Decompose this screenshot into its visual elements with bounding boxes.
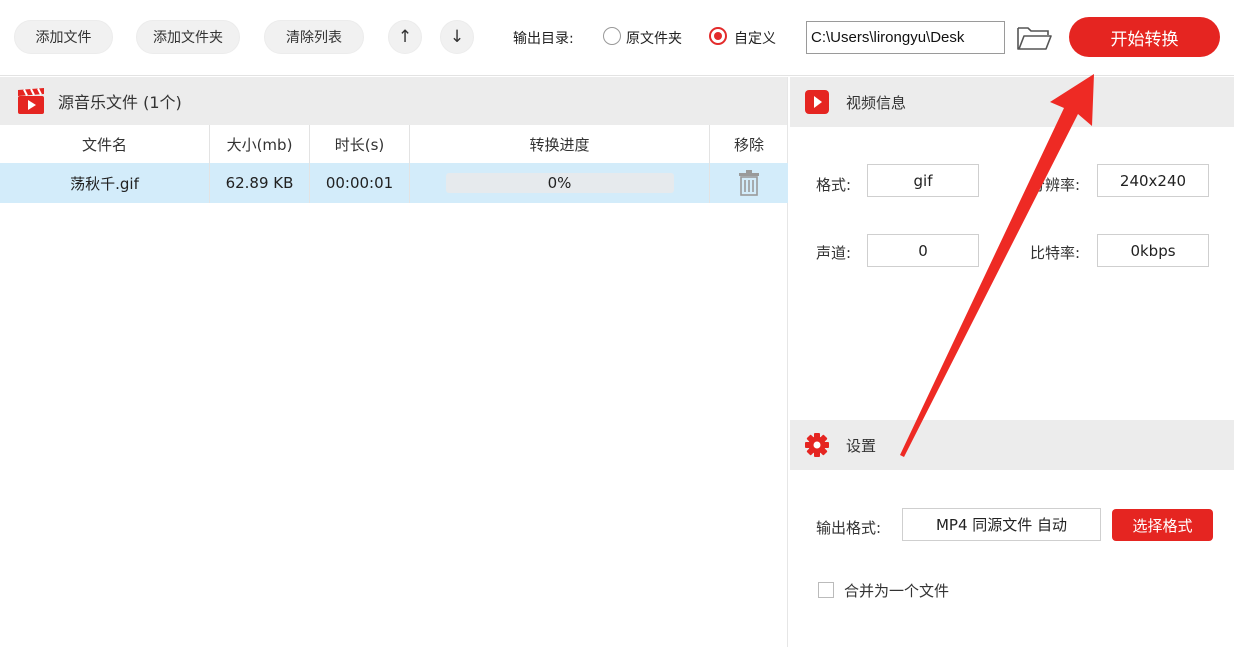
channel-value: 0 — [867, 234, 979, 267]
move-down-button[interactable]: ↓ — [440, 20, 474, 54]
col-filename: 文件名 — [0, 125, 210, 163]
table-row[interactable]: 荡秋千.gif 62.89 KB 00:00:01 0% — [0, 163, 788, 203]
format-label: 格式: — [816, 176, 852, 194]
settings-header: 设置 — [790, 420, 1234, 470]
trash-icon[interactable] — [738, 170, 760, 196]
file-list-header: 源音乐文件 (1个) — [0, 77, 787, 125]
progress-text: 0% — [547, 174, 572, 192]
col-progress: 转换进度 — [410, 125, 710, 163]
gear-icon — [805, 433, 829, 457]
info-panel: 视频信息 格式: gif 分辨率: 240x240 声道: 0 比特率: 0kb… — [790, 77, 1234, 647]
col-remove: 移除 — [733, 135, 764, 154]
clapperboard-icon — [18, 88, 44, 114]
output-format-label: 输出格式: — [816, 519, 882, 537]
video-info-title: 视频信息 — [846, 93, 907, 112]
choose-format-button[interactable]: 选择格式 — [1112, 509, 1213, 541]
channel-label: 声道: — [816, 244, 852, 262]
table-header: 文件名 大小(mb) 时长(s) 转换进度 移除 — [0, 125, 788, 163]
row-remove-cell — [710, 163, 788, 203]
resolution-label: 分辨率: — [1030, 176, 1081, 194]
add-folder-button[interactable]: 添加文件夹 — [136, 20, 240, 54]
bitrate-label: 比特率: — [1030, 244, 1081, 262]
col-size: 大小(mb) — [210, 125, 310, 163]
row-progress-cell: 0% — [410, 163, 710, 203]
video-info-header: 视频信息 — [790, 77, 1234, 127]
file-list-panel: 源音乐文件 (1个) 文件名 大小(mb) 时长(s) 转换进度 移除 荡秋千.… — [0, 77, 788, 647]
output-format-value: MP4 同源文件 自动 — [902, 508, 1101, 541]
settings-title: 设置 — [846, 436, 877, 455]
add-file-button[interactable]: 添加文件 — [14, 20, 113, 54]
bitrate-value: 0kbps — [1097, 234, 1209, 267]
radio-custom[interactable] — [709, 27, 727, 45]
merge-checkbox-label: 合并为一个文件 — [844, 582, 950, 600]
row-filename: 荡秋千.gif — [0, 163, 210, 203]
clear-list-button[interactable]: 清除列表 — [264, 20, 364, 54]
col-duration: 时长(s) — [310, 125, 410, 163]
video-play-icon — [805, 90, 829, 114]
output-dir-label: 输出目录: — [513, 31, 574, 47]
resolution-value: 240x240 — [1097, 164, 1209, 197]
radio-original-folder-label: 原文件夹 — [626, 31, 682, 47]
start-convert-button[interactable]: 开始转换 — [1069, 17, 1220, 57]
arrow-up-icon: ↑ — [397, 27, 413, 47]
arrow-down-icon: ↓ — [449, 27, 465, 47]
progress-bar: 0% — [445, 173, 674, 193]
format-value: gif — [867, 164, 979, 197]
radio-custom-label: 自定义 — [734, 31, 776, 47]
toolbar: 添加文件 添加文件夹 清除列表 ↑ ↓ 输出目录: 原文件夹 自定义 开始转换 — [0, 0, 1234, 76]
output-path-input[interactable] — [806, 21, 1005, 54]
merge-checkbox[interactable] — [818, 582, 834, 598]
file-list-title: 源音乐文件 (1个) — [58, 93, 182, 112]
radio-original-folder[interactable] — [603, 27, 621, 45]
move-up-button[interactable]: ↑ — [388, 20, 422, 54]
app-window: 添加文件 添加文件夹 清除列表 ↑ ↓ 输出目录: 原文件夹 自定义 开始转换 … — [0, 0, 1234, 647]
row-duration: 00:00:01 — [310, 163, 410, 203]
open-folder-icon[interactable] — [1016, 24, 1052, 52]
row-size: 62.89 KB — [210, 163, 310, 203]
